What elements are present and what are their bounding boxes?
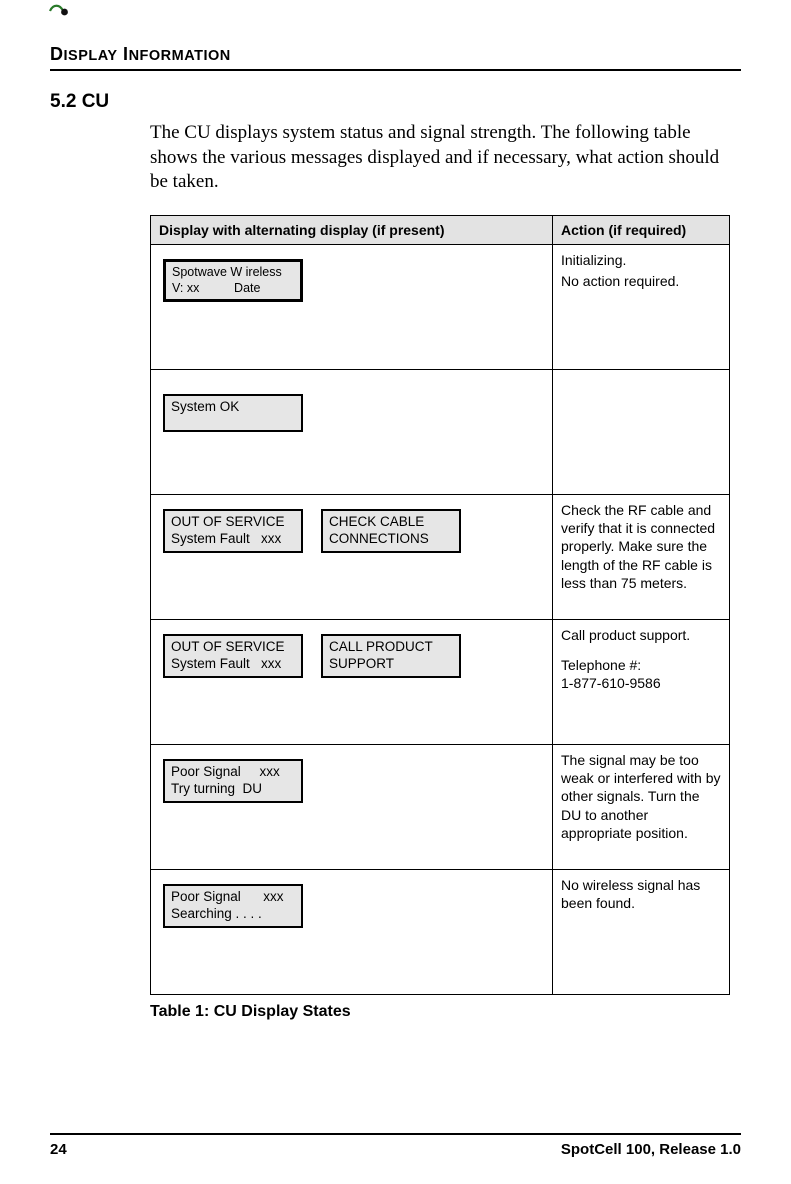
- lcd-display: Poor Signal xxx Try turning DU: [163, 759, 303, 803]
- lcd-display: System OK: [163, 394, 303, 432]
- action-cell: Initializing. No action required.: [553, 245, 730, 370]
- action-text: The signal may be too weak or interfered…: [561, 751, 721, 842]
- table-row: Poor Signal xxx Try turning DU The signa…: [151, 745, 730, 870]
- table-row: OUT OF SERVICE System Fault xxx CALL PRO…: [151, 620, 730, 745]
- lcd-display: Poor Signal xxx Searching . . . .: [163, 884, 303, 928]
- lcd-display: OUT OF SERVICE System Fault xxx: [163, 509, 303, 553]
- lcd-display: Spotwave W ireless V: xx Date: [163, 259, 303, 302]
- lcd-display-alt: CHECK CABLE CONNECTIONS: [321, 509, 461, 553]
- action-cell: Check the RF cable and verify that it is…: [553, 495, 730, 620]
- table-header-display: Display with alternating display (if pre…: [151, 216, 553, 245]
- display-cell: Poor Signal xxx Try turning DU: [151, 745, 553, 870]
- table-row: Poor Signal xxx Searching . . . . No wir…: [151, 870, 730, 995]
- action-text: No action required.: [561, 272, 721, 290]
- table-row: OUT OF SERVICE System Fault xxx CHECK CA…: [151, 495, 730, 620]
- display-cell: Poor Signal xxx Searching . . . .: [151, 870, 553, 995]
- table-header-row: Display with alternating display (if pre…: [151, 216, 730, 245]
- document-page: DISPLAY INFORMATION DISPLAY INFORMATION …: [0, 0, 791, 1184]
- table-row: Spotwave W ireless V: xx Date Initializi…: [151, 245, 730, 370]
- action-text: No wireless signal has been found.: [561, 876, 721, 912]
- action-text: Initializing.: [561, 251, 721, 269]
- page-footer: 24 SpotCell 100, Release 1.0: [50, 1133, 741, 1158]
- brand-logo-icon: [48, 2, 70, 21]
- action-text: Check the RF cable and verify that it is…: [561, 501, 721, 592]
- page-number: 24: [50, 1141, 67, 1158]
- lcd-display-alt: CALL PRODUCT SUPPORT: [321, 634, 461, 678]
- display-cell: OUT OF SERVICE System Fault xxx CALL PRO…: [151, 620, 553, 745]
- action-cell: The signal may be too weak or interfered…: [553, 745, 730, 870]
- table-header-action: Action (if required): [553, 216, 730, 245]
- section-heading: 5.2 CU: [50, 91, 741, 113]
- lcd-display: OUT OF SERVICE System Fault xxx: [163, 634, 303, 678]
- action-text: Telephone #: 1-877-610-9586: [561, 656, 721, 692]
- table-caption: Table 1: CU Display States: [150, 1003, 741, 1021]
- action-cell: Call product support. Telephone #: 1-877…: [553, 620, 730, 745]
- cu-display-states-table: Display with alternating display (if pre…: [150, 215, 730, 995]
- action-text: Call product support.: [561, 626, 721, 644]
- action-cell: No wireless signal has been found.: [553, 870, 730, 995]
- footer-doc-title: SpotCell 100, Release 1.0: [561, 1141, 741, 1158]
- table-row: System OK: [151, 370, 730, 495]
- section-intro-paragraph: The CU displays system status and signal…: [150, 121, 741, 195]
- display-cell: System OK: [151, 370, 553, 495]
- display-cell: OUT OF SERVICE System Fault xxx CHECK CA…: [151, 495, 553, 620]
- action-cell: [553, 370, 730, 495]
- running-header: DISPLAY INFORMATION DISPLAY INFORMATION: [50, 44, 741, 71]
- display-cell: Spotwave W ireless V: xx Date: [151, 245, 553, 370]
